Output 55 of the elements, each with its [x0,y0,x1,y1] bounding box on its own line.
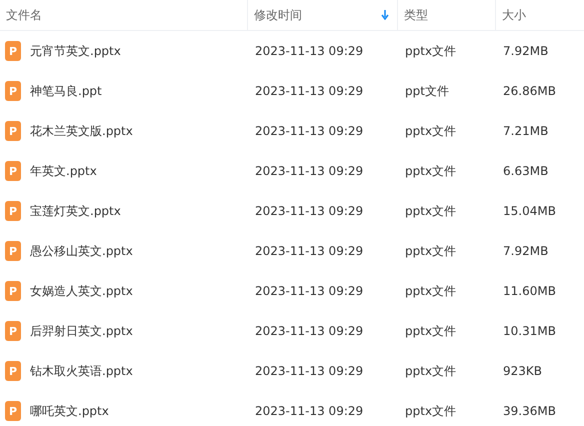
file-icon: P [5,321,21,341]
file-icon: P [5,201,21,221]
file-type: pptx文件 [404,322,458,340]
modified-time: 2023-11-13 09:29 [254,244,364,258]
file-type: pptx文件 [404,402,458,420]
file-type: ppt文件 [404,82,450,100]
file-icon: P [5,121,21,141]
file-name[interactable]: 年英文.pptx [30,162,97,180]
file-size: 7.92MB [502,44,550,58]
file-icon: P [5,401,21,421]
file-name[interactable]: 后羿射日英文.pptx [30,322,133,340]
file-name[interactable]: 女娲造人英文.pptx [30,282,133,300]
file-size: 7.21MB [502,124,550,138]
file-type: pptx文件 [404,362,458,380]
sort-descending-icon [381,10,389,20]
file-type: pptx文件 [404,122,458,140]
file-size: 10.31MB [502,324,557,338]
file-size: 7.92MB [502,244,550,258]
file-size: 15.04MB [502,204,557,218]
file-icon: P [5,161,21,181]
modified-time: 2023-11-13 09:29 [254,84,364,98]
file-name[interactable]: 宝莲灯英文.pptx [30,202,121,220]
file-name[interactable]: 神笔马良.ppt [30,82,102,100]
file-size: 26.86MB [502,84,557,98]
modified-time: 2023-11-13 09:29 [254,284,364,298]
file-icon: P [5,361,21,381]
file-type: pptx文件 [404,162,458,180]
file-name[interactable]: 花木兰英文版.pptx [30,122,133,140]
file-icon: P [5,41,21,61]
column-header[interactable]: 类型 [397,0,495,30]
file-size: 11.60MB [502,284,557,298]
file-icon: P [5,281,21,301]
column-header[interactable]: 大小 [495,0,584,30]
file-icon: P [5,241,21,261]
modified-time: 2023-11-13 09:29 [254,164,364,178]
file-size: 6.63MB [502,164,550,178]
file-name[interactable]: 哪吒英文.pptx [30,402,109,420]
file-name[interactable]: 愚公移山英文.pptx [30,242,133,260]
column-header[interactable]: 修改时间 [247,0,397,30]
file-name[interactable]: 钻木取火英语.pptx [30,362,133,380]
modified-time: 2023-11-13 09:29 [254,204,364,218]
file-type: pptx文件 [404,242,458,260]
file-icon: P [5,81,21,101]
file-name[interactable]: 元宵节英文.pptx [30,42,121,60]
modified-time: 2023-11-13 09:29 [254,124,364,138]
file-type: pptx文件 [404,202,458,220]
file-type: pptx文件 [404,42,458,60]
modified-time: 2023-11-13 09:29 [254,44,364,58]
column-header[interactable]: 文件名 [0,0,247,30]
modified-time: 2023-11-13 09:29 [254,324,364,338]
file-size: 39.36MB [502,404,557,418]
modified-time: 2023-11-13 09:29 [254,364,364,378]
file-size: 923KB [502,364,544,378]
modified-time: 2023-11-13 09:29 [254,404,364,418]
file-type: pptx文件 [404,282,458,300]
